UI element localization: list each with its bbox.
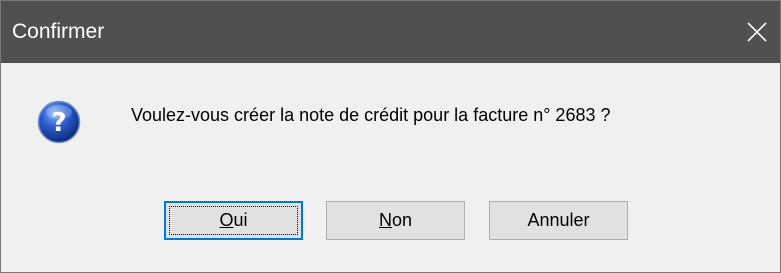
dialog-body: ? Voulez-vous créer la note de crédit po…	[1, 63, 780, 272]
close-button[interactable]	[734, 1, 780, 63]
non-button[interactable]: Non	[326, 201, 465, 240]
oui-mnemonic: O	[219, 210, 234, 230]
oui-button[interactable]: Oui	[164, 201, 303, 240]
non-label-rest: on	[391, 210, 413, 230]
svg-text:?: ?	[51, 108, 66, 138]
oui-label-rest: ui	[233, 210, 248, 230]
title-bar[interactable]: Confirmer	[1, 1, 780, 63]
window-title: Confirmer	[12, 20, 105, 43]
annuler-button[interactable]: Annuler	[489, 201, 628, 240]
non-mnemonic: N	[378, 210, 392, 230]
dialog-message: Voulez-vous créer la note de crédit pour…	[131, 105, 611, 125]
question-icon: ?	[37, 100, 81, 144]
close-icon	[747, 22, 767, 42]
confirm-dialog: Confirmer ? Voulez-vous créer la note de…	[0, 0, 781, 273]
